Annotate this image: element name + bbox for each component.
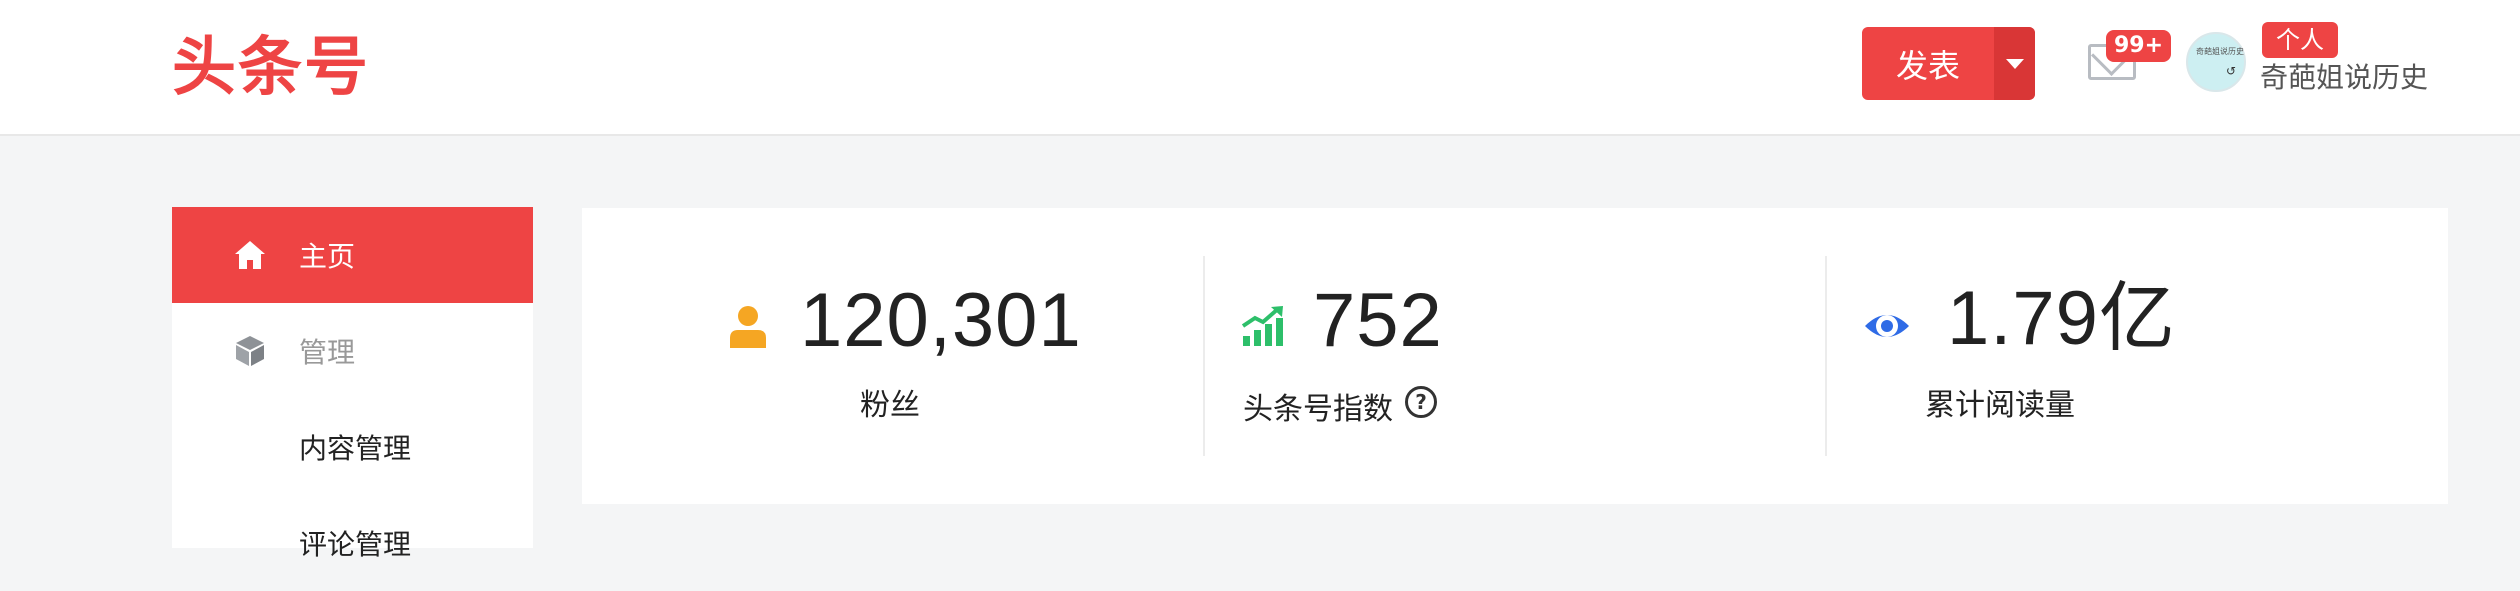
publish-button[interactable]: 发表 [1862,27,2035,100]
sidebar-item-label: 管理 [299,336,356,369]
user-icon [728,304,768,352]
stat-fans: 120,301 粉丝 [582,208,1203,504]
sidebar-item-manage[interactable]: 管理 [172,303,533,399]
stat-index: 752 头条号指数 ? [1203,208,1825,504]
top-bar: 头条号 发表 99+ 奇葩姐说历史 ↺ 个人 奇葩姐说历史 [0,0,2520,136]
index-label: 头条号指数 [1243,392,1393,427]
avatar-mark-icon: ↺ [2226,64,2237,78]
messages-count-badge: 99+ [2106,30,2172,62]
publish-button-label[interactable]: 发表 [1862,27,1994,100]
help-icon[interactable]: ? [1405,386,1437,418]
index-value: 752 [1313,278,1443,363]
avatar-text: 奇葩姐说历史 [2196,47,2244,56]
sidebar-item-label: 评论管理 [299,528,412,561]
username[interactable]: 奇葩姐说历史 [2260,60,2428,96]
sidebar-item-label: 主页 [299,240,356,273]
trend-chart-icon [1241,304,1287,352]
reads-label: 累计阅读量 [1925,388,2075,423]
home-icon [232,237,268,273]
sidebar-item-comment-management[interactable]: 评论管理 [172,495,533,591]
chevron-down-icon [2005,58,2024,69]
sidebar-item-home[interactable]: 主页 [172,207,533,303]
stats-card: 120,301 粉丝 752 头条号指数 ? 1.79亿 累计阅读量 [582,208,2448,504]
publish-dropdown-toggle[interactable] [1994,27,2035,100]
sidebar: 主页 管理 内容管理 评论管理 [172,207,533,561]
reads-count: 1.79亿 [1947,276,2176,361]
fans-count: 120,301 [800,278,1082,363]
sidebar-item-label: 内容管理 [299,432,412,465]
fans-label: 粉丝 [860,388,920,423]
personal-account-badge: 个人 [2262,22,2338,58]
stat-reads: 1.79亿 累计阅读量 [1825,208,2448,504]
avatar[interactable]: 奇葩姐说历史 ↺ [2186,32,2246,92]
eye-icon [1863,306,1911,350]
cube-icon [232,333,268,369]
brand-logo[interactable]: 头条号 [172,28,370,108]
sidebar-item-content-management[interactable]: 内容管理 [172,399,533,495]
